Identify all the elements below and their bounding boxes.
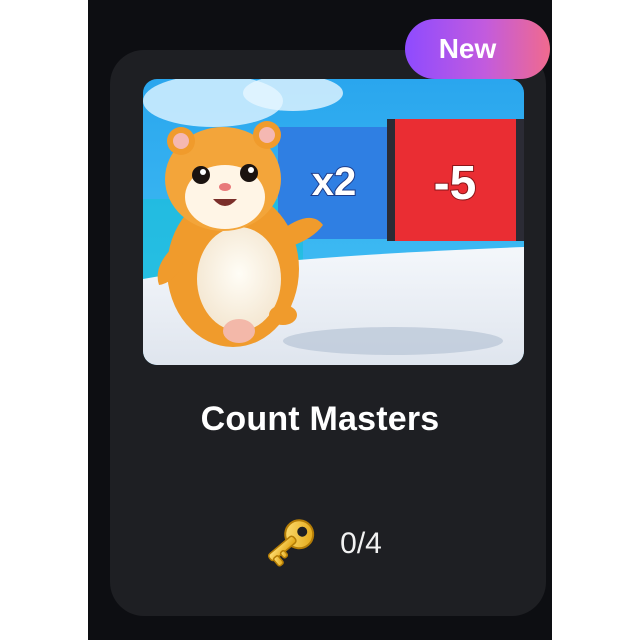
new-badge-label: New [438,33,497,64]
game-title: Count Masters [200,400,440,438]
key-icon [258,510,322,579]
new-badge: New [405,19,550,79]
key-count: 0/4 [340,527,382,560]
gate-multiplier-label: x2 [312,160,357,204]
game-thumbnail[interactable]: x2 -5 [143,79,524,365]
keys-progress: 0/4 [110,512,530,576]
gate-penalty-label: -5 [434,157,477,210]
app-background: x2 -5 New Count Masters 0/4 [88,0,552,640]
